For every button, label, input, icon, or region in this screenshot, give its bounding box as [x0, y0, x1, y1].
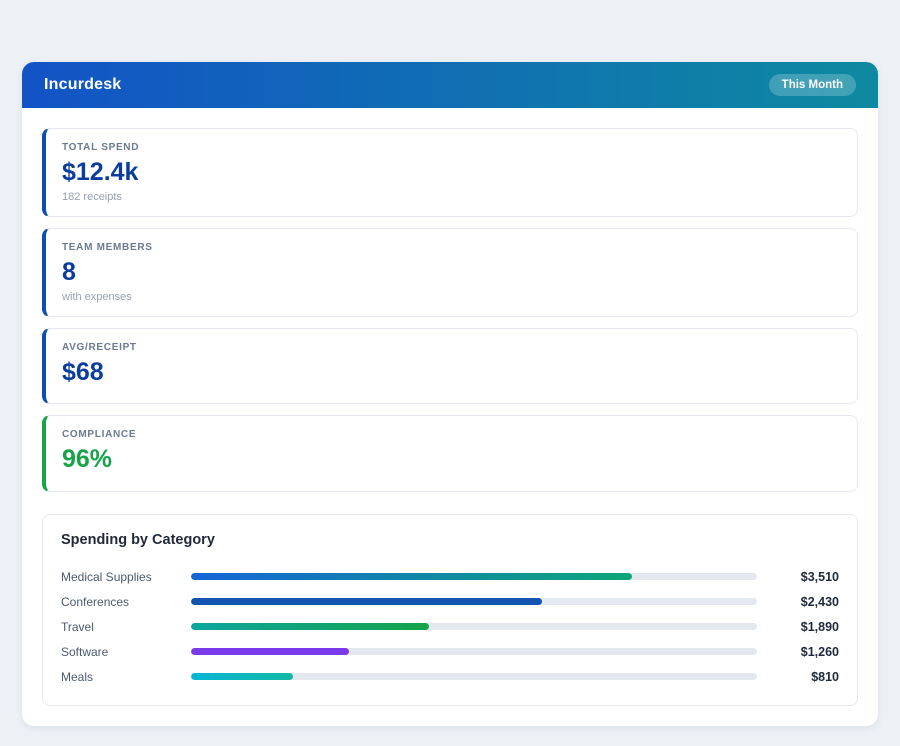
category-label: Conferences [61, 595, 181, 609]
category-bar-fill [191, 598, 542, 605]
stat-label: TEAM MEMBERS [62, 242, 841, 253]
dashboard-body: TOTAL SPEND $12.4k 182 receipts TEAM MEM… [22, 108, 878, 726]
app-title: Incurdesk [44, 76, 121, 94]
stat-card-total-spend: TOTAL SPEND $12.4k 182 receipts [42, 128, 858, 217]
stat-label: TOTAL SPEND [62, 142, 841, 153]
category-label: Travel [61, 620, 181, 634]
category-bar-track [191, 573, 757, 580]
stat-subtext: with expenses [62, 291, 841, 303]
expense-dashboard-card: Incurdesk This Month TOTAL SPEND $12.4k … [22, 62, 878, 726]
category-amount: $2,430 [767, 595, 839, 609]
category-bar-track [191, 673, 757, 680]
category-row-travel: Travel $1,890 [61, 614, 839, 639]
period-badge[interactable]: This Month [769, 74, 856, 96]
stat-label: COMPLIANCE [62, 429, 841, 440]
category-bar-fill [191, 673, 293, 680]
stat-value: 96% [62, 445, 841, 474]
stat-value: $68 [62, 358, 841, 387]
category-bar-track [191, 598, 757, 605]
category-label: Meals [61, 670, 181, 684]
category-bar-fill [191, 648, 349, 655]
stat-card-team-members: TEAM MEMBERS 8 with expenses [42, 228, 858, 317]
stat-card-compliance: COMPLIANCE 96% [42, 415, 858, 492]
stat-subtext: 182 receipts [62, 191, 841, 203]
category-row-meals: Meals $810 [61, 664, 839, 689]
app-header: Incurdesk This Month [22, 62, 878, 108]
category-amount: $810 [767, 670, 839, 684]
category-row-software: Software $1,260 [61, 639, 839, 664]
category-bar-fill [191, 623, 429, 630]
category-label: Medical Supplies [61, 570, 181, 584]
spending-by-category-card: Spending by Category Medical Supplies $3… [42, 514, 858, 706]
category-row-medical-supplies: Medical Supplies $3,510 [61, 564, 839, 589]
category-label: Software [61, 645, 181, 659]
category-bar-track [191, 648, 757, 655]
stat-label: AVG/RECEIPT [62, 342, 841, 353]
category-bar-fill [191, 573, 632, 580]
category-bar-track [191, 623, 757, 630]
stat-value: $12.4k [62, 158, 841, 187]
category-row-conferences: Conferences $2,430 [61, 589, 839, 614]
page-background: Incurdesk This Month TOTAL SPEND $12.4k … [0, 0, 900, 746]
category-amount: $3,510 [767, 570, 839, 584]
category-amount: $1,260 [767, 645, 839, 659]
stat-value: 8 [62, 258, 841, 287]
category-amount: $1,890 [767, 620, 839, 634]
stat-card-avg-receipt: AVG/RECEIPT $68 [42, 328, 858, 405]
spending-card-title: Spending by Category [61, 532, 839, 548]
